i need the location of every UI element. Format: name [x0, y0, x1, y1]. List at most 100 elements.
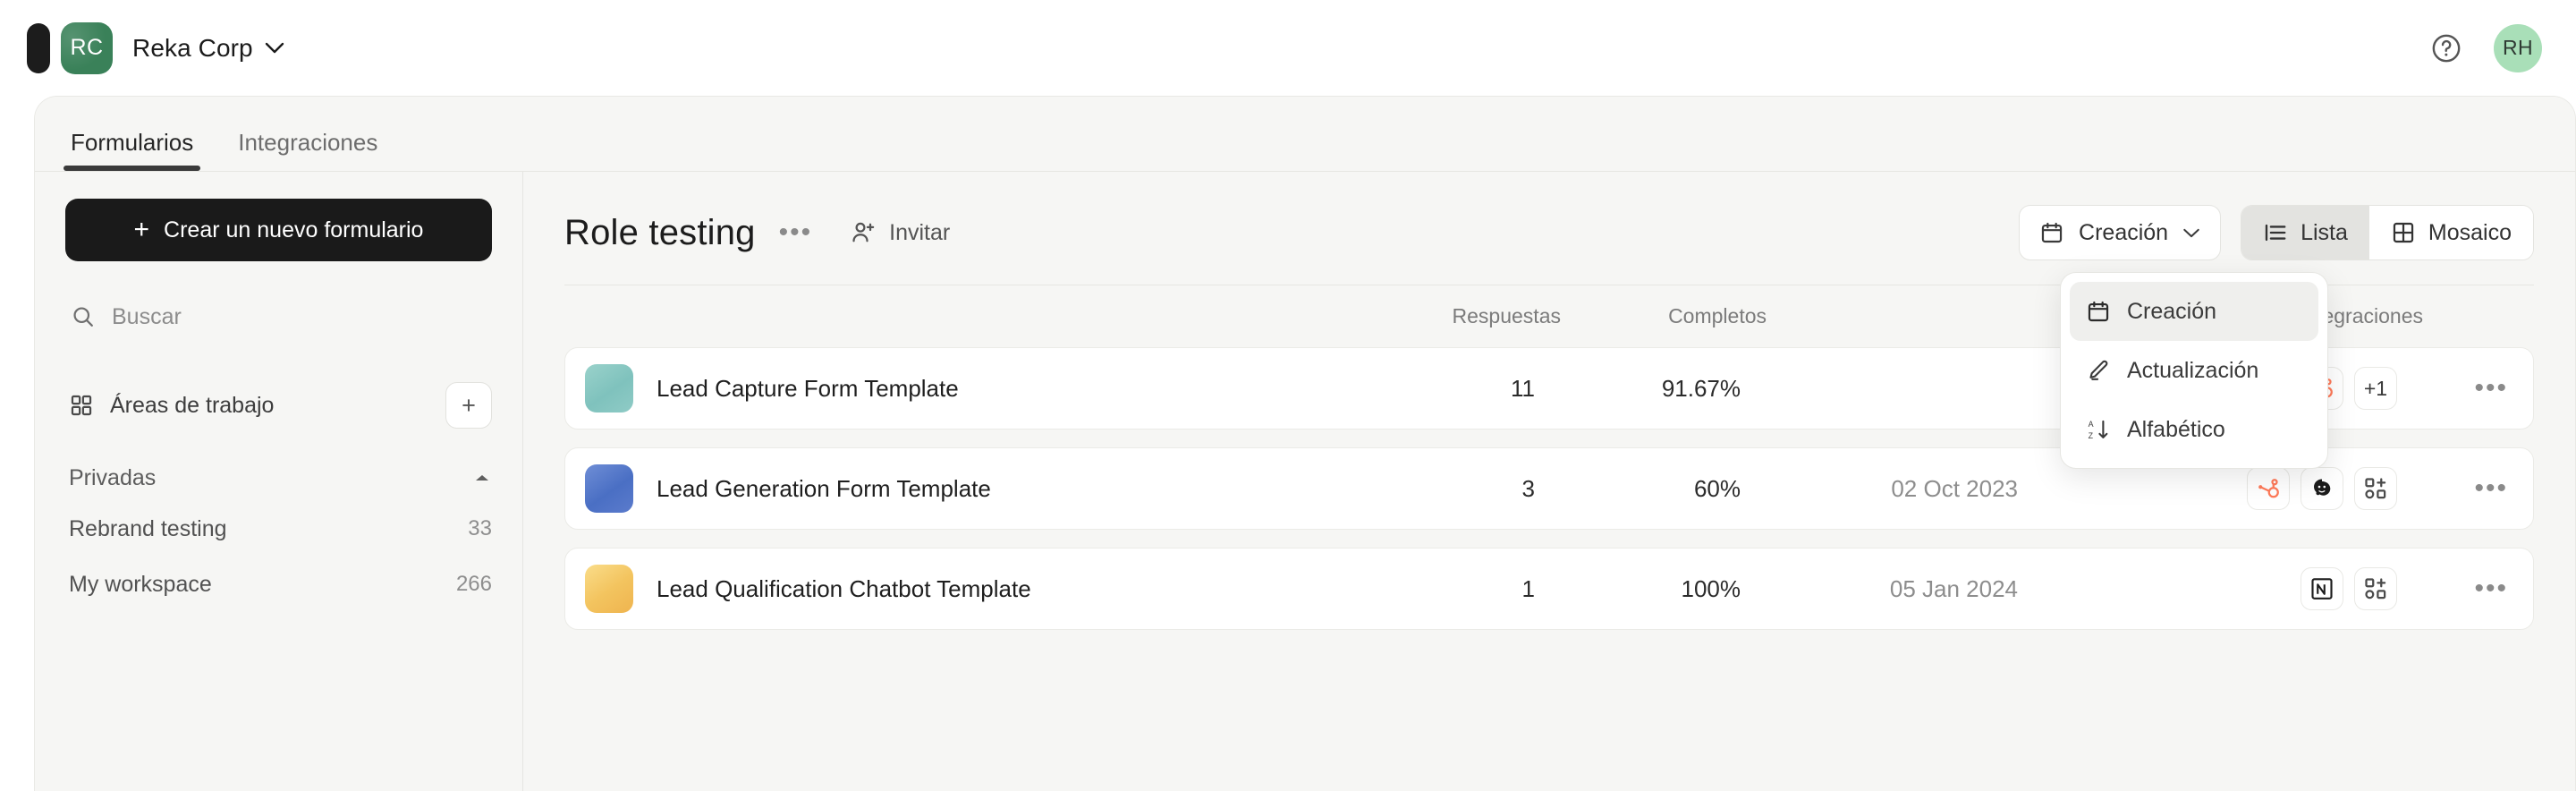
menu-item-alfabetico[interactable]: A Z Alfabético: [2070, 400, 2318, 459]
caret-up-icon: [476, 475, 488, 481]
responses-count: 3: [1521, 474, 1535, 502]
view-toggle-lista-label: Lista: [2301, 219, 2348, 245]
app-root: RC Reka Corp RH Formularios Integracione…: [0, 0, 2576, 791]
page-title-more-button[interactable]: •••: [779, 219, 813, 246]
responses-count: 1: [1521, 574, 1535, 602]
updated-date: 05 Jan 2024: [1889, 574, 2018, 602]
sidebar: + Crear un nuevo formulario Buscar Áreas…: [35, 172, 523, 791]
col-completos: Completos: [1668, 304, 1767, 327]
plus-icon: +: [462, 391, 476, 419]
user-avatar-initials: RH: [2502, 36, 2534, 59]
form-name: Lead Qualification Chatbot Template: [657, 574, 1031, 602]
sidebar-item-rebrand-testing[interactable]: Rebrand testing 33: [65, 501, 492, 557]
grid-view-icon: [2393, 222, 2414, 243]
row-more-button[interactable]: •••: [2402, 575, 2508, 602]
sidebar-group-label: Privadas: [69, 464, 157, 490]
updated-date: 02 Oct 2023: [1891, 474, 2018, 502]
row-more-button[interactable]: •••: [2402, 375, 2508, 402]
search-placeholder: Buscar: [112, 303, 182, 329]
create-form-button[interactable]: + Crear un nuevo formulario: [65, 199, 492, 261]
integrations-overflow-badge[interactable]: +1: [2354, 367, 2397, 410]
sidebar-item-my-workspace[interactable]: My workspace 266: [65, 557, 492, 612]
integrations-overflow-label: +1: [2363, 376, 2388, 400]
app-shell: Formularios Integraciones + Crear un nue…: [34, 96, 2576, 791]
row-more-button[interactable]: •••: [2402, 475, 2508, 502]
tab-formularios[interactable]: Formularios: [64, 129, 201, 171]
content-area: + Crear un nuevo formulario Buscar Áreas…: [35, 172, 2575, 791]
notion-icon[interactable]: [2301, 567, 2343, 610]
chevron-down-icon: [2183, 228, 2199, 237]
form-thumbnail: [585, 464, 633, 513]
integrations-cell: [2018, 467, 2402, 510]
responses-count: 11: [1511, 374, 1535, 402]
person-plus-icon: [852, 222, 875, 242]
page-title: Role testing: [564, 212, 756, 252]
list-icon: [2265, 224, 2286, 242]
top-bar-actions: RH: [2431, 23, 2576, 72]
col-respuestas: Respuestas: [1452, 304, 1561, 327]
grid-icon: [71, 395, 92, 416]
sidebar-group-privadas[interactable]: Privadas: [65, 455, 492, 501]
search-input[interactable]: Buscar: [65, 292, 492, 342]
tab-formularios-label: Formularios: [71, 129, 194, 156]
completion-rate: 60%: [1693, 474, 1741, 502]
plus-icon: +: [133, 215, 150, 244]
sort-dropdown-label: Creación: [2079, 219, 2169, 245]
sort-dropdown-menu: Creación Actualización A Z Alfabético: [2060, 272, 2328, 469]
calendar-icon: [2041, 222, 2063, 243]
menu-item-creacion[interactable]: Creación: [2070, 282, 2318, 341]
form-name: Lead Capture Form Template: [657, 374, 959, 402]
menu-item-actualizacion-label: Actualización: [2127, 357, 2259, 383]
tab-integraciones[interactable]: Integraciones: [231, 129, 385, 171]
chevron-down-icon: [265, 42, 284, 53]
create-form-button-label: Crear un nuevo formulario: [164, 217, 424, 242]
calendar-icon: [2088, 301, 2109, 322]
primary-tabs: Formularios Integraciones: [35, 97, 2575, 172]
workspace-count: 33: [468, 516, 492, 540]
page-header: Role testing ••• Invitar Creación Lista …: [564, 172, 2534, 285]
mailchimp-icon[interactable]: [2301, 467, 2343, 510]
pill-logo-icon: [27, 22, 50, 73]
sidebar-item-workspaces[interactable]: Áreas de trabajo +: [65, 379, 492, 431]
form-name: Lead Generation Form Template: [657, 474, 991, 502]
help-circle-icon[interactable]: [2431, 33, 2462, 64]
workspace-name: Rebrand testing: [69, 515, 227, 541]
view-toggle: Lista Mosaico: [2241, 205, 2534, 260]
form-thumbnail: [585, 364, 633, 413]
org-avatar[interactable]: RC: [61, 21, 113, 74]
workspaces-label: Áreas de trabajo: [110, 392, 275, 418]
menu-item-alfabetico-label: Alfabético: [2127, 416, 2225, 442]
tab-integraciones-label: Integraciones: [238, 129, 378, 156]
pencil-icon: [2089, 360, 2108, 380]
add-app-icon[interactable]: [2354, 467, 2397, 510]
svg-text:A: A: [2089, 420, 2094, 429]
completion-rate: 100%: [1681, 574, 1741, 602]
sort-dropdown-button[interactable]: Creación: [2019, 205, 2222, 260]
menu-item-actualizacion[interactable]: Actualización: [2070, 341, 2318, 400]
org-switcher[interactable]: Reka Corp: [132, 34, 284, 63]
org-avatar-initials: RC: [70, 35, 104, 60]
form-thumbnail: [585, 565, 633, 613]
invite-button[interactable]: Invitar: [850, 219, 950, 246]
view-toggle-lista[interactable]: Lista: [2241, 206, 2369, 259]
search-icon: [73, 307, 93, 327]
add-app-icon[interactable]: [2354, 567, 2397, 610]
org-name-label: Reka Corp: [132, 33, 253, 62]
menu-item-creacion-label: Creación: [2127, 298, 2217, 324]
svg-text:Z: Z: [2089, 431, 2094, 440]
workspace-name: My workspace: [69, 571, 212, 597]
view-toggle-mosaico-label: Mosaico: [2428, 219, 2512, 245]
invite-button-label: Invitar: [889, 219, 951, 245]
table-row[interactable]: Lead Qualification Chatbot Template 1 10…: [564, 548, 2534, 630]
brand-area: RC Reka Corp: [0, 21, 284, 74]
user-avatar[interactable]: RH: [2494, 23, 2542, 72]
top-bar: RC Reka Corp RH: [0, 0, 2576, 96]
integrations-cell: [2018, 567, 2402, 610]
workspace-count: 266: [455, 572, 492, 596]
hubspot-icon[interactable]: [2247, 467, 2290, 510]
view-toggle-mosaico[interactable]: Mosaico: [2368, 206, 2533, 259]
add-workspace-button[interactable]: +: [445, 382, 492, 429]
main-panel: Role testing ••• Invitar Creación Lista …: [523, 172, 2575, 791]
completion-rate: 91.67%: [1661, 374, 1741, 402]
header-actions: Creación Lista Mosaico: [2019, 205, 2534, 260]
